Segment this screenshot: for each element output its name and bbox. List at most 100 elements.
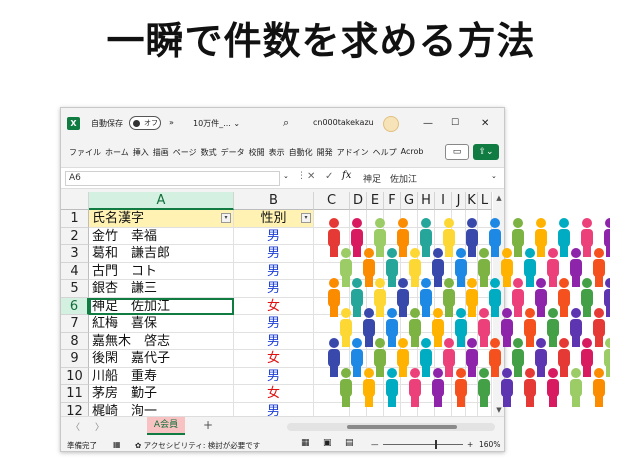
row-header[interactable]: 4: [61, 262, 89, 280]
row-header[interactable]: 9: [61, 350, 89, 368]
gender-cell[interactable]: 男: [234, 402, 314, 416]
page-break-icon[interactable]: ▤: [345, 438, 354, 448]
tab-0[interactable]: ファイル: [67, 147, 103, 158]
tab-6[interactable]: データ: [219, 147, 247, 158]
gender-cell[interactable]: 男: [234, 332, 314, 350]
tab-8[interactable]: 表示: [267, 147, 287, 158]
gender-cell[interactable]: 男: [234, 315, 314, 333]
avatar[interactable]: [383, 116, 399, 132]
gender-cell[interactable]: 女: [234, 350, 314, 368]
excel-logo-icon[interactable]: X: [67, 117, 80, 130]
horizontal-scrollbar[interactable]: [287, 423, 495, 431]
chevron-down-icon[interactable]: ⌄: [283, 172, 289, 180]
row-header[interactable]: 2: [61, 227, 89, 245]
row-header[interactable]: 5: [61, 280, 89, 298]
column-header-b[interactable]: B: [234, 192, 314, 210]
name-cell[interactable]: 葛和 謙吉郎: [89, 245, 234, 263]
row-header[interactable]: 8: [61, 332, 89, 350]
name-cell[interactable]: 銀杏 謙三: [89, 280, 234, 298]
name-cell[interactable]: 梶崎 洵一: [89, 402, 234, 416]
row-header[interactable]: 7: [61, 315, 89, 333]
tab-9[interactable]: 自動化: [287, 147, 315, 158]
name-cell[interactable]: 金竹 幸福: [89, 227, 234, 245]
more-commands-button[interactable]: »: [169, 118, 174, 127]
tab-12[interactable]: ヘルプ: [371, 147, 399, 158]
cancel-icon[interactable]: ✕: [307, 171, 315, 182]
cell-text: 紅梅 喜保: [92, 316, 158, 331]
gender-cell[interactable]: 女: [234, 385, 314, 403]
name-cell[interactable]: 嘉無木 啓志: [89, 332, 234, 350]
formula-input[interactable]: 神足 佐加江: [363, 172, 417, 185]
tab-2[interactable]: 挿入: [131, 147, 151, 158]
tab-10[interactable]: 開発: [315, 147, 335, 158]
column-header-a[interactable]: A: [89, 192, 234, 210]
scroll-up-icon[interactable]: ▲: [493, 194, 504, 202]
name-cell[interactable]: 神足 佐加江: [89, 297, 234, 315]
tab-11[interactable]: アドイン: [335, 147, 371, 158]
gender-cell[interactable]: 男: [234, 367, 314, 385]
macro-icon[interactable]: ▦: [113, 440, 121, 449]
select-all-corner[interactable]: [61, 192, 89, 210]
sheet-prev-icon[interactable]: 〈: [71, 420, 80, 433]
expand-formula-icon[interactable]: ⌄: [491, 172, 497, 180]
gender-cell[interactable]: 男: [234, 245, 314, 263]
cell-text: 女: [266, 386, 280, 401]
name-box[interactable]: A6: [65, 171, 280, 186]
person-figure: [363, 248, 375, 287]
person-figure: [455, 248, 467, 287]
zoom-slider[interactable]: [383, 440, 463, 449]
row-header[interactable]: 10: [61, 367, 89, 385]
person-figure: [501, 248, 513, 287]
tab-5[interactable]: 数式: [199, 147, 219, 158]
close-button[interactable]: ✕: [481, 118, 489, 129]
add-sheet-button[interactable]: +: [203, 418, 213, 432]
row-header[interactable]: 1: [61, 210, 89, 228]
share-button[interactable]: ⇪⌄: [473, 144, 499, 160]
tab-13[interactable]: Acrob: [399, 147, 426, 158]
gender-cell[interactable]: 男: [234, 280, 314, 298]
filter-dropdown-icon[interactable]: ▾: [221, 213, 231, 223]
name-cell[interactable]: 茅房 勤子: [89, 385, 234, 403]
insert-function-button[interactable]: fx: [342, 170, 351, 181]
file-name[interactable]: 10万件_... ⌄: [193, 118, 240, 129]
tab-7[interactable]: 校閲: [247, 147, 267, 158]
row-header[interactable]: 11: [61, 385, 89, 403]
comment-button[interactable]: ▭: [445, 144, 469, 160]
gender-cell[interactable]: 男: [234, 227, 314, 245]
header-cell-name[interactable]: 氏名漢字 ▾: [89, 210, 234, 228]
name-cell[interactable]: 後閑 嘉代子: [89, 350, 234, 368]
name-cell[interactable]: 紅梅 喜保: [89, 315, 234, 333]
person-figure: [351, 218, 363, 257]
row-header[interactable]: 12: [61, 402, 89, 416]
page-layout-icon[interactable]: ▣: [323, 438, 332, 448]
row-header[interactable]: 3: [61, 245, 89, 263]
zoom-in-button[interactable]: +: [467, 440, 473, 449]
gender-cell[interactable]: 女: [234, 297, 314, 315]
normal-view-icon[interactable]: ▦: [301, 438, 310, 448]
tab-1[interactable]: ホーム: [103, 147, 131, 158]
person-figure: [340, 308, 352, 347]
sheet-next-icon[interactable]: 〉: [95, 420, 104, 433]
name-cell[interactable]: 川船 重寿: [89, 367, 234, 385]
header-cell-gender[interactable]: 性別 ▾: [234, 210, 314, 228]
user-name[interactable]: cn000takekazu: [313, 118, 374, 127]
name-cell[interactable]: 古門 コト: [89, 262, 234, 280]
enter-icon[interactable]: ✓: [325, 171, 333, 182]
person-figure: [593, 308, 605, 347]
tab-4[interactable]: ページ: [171, 147, 199, 158]
search-icon[interactable]: ⌕: [283, 116, 289, 130]
zoom-out-button[interactable]: —: [371, 440, 379, 449]
accessibility-status[interactable]: ✿ アクセシビリティ: 検討が必要です: [135, 440, 260, 451]
tab-3[interactable]: 描画: [151, 147, 171, 158]
minimize-button[interactable]: —: [423, 118, 433, 129]
maximize-button[interactable]: ☐: [451, 118, 459, 128]
person-figure: [397, 278, 409, 317]
filter-dropdown-icon[interactable]: ▾: [301, 213, 311, 223]
cell-text: 神足 佐加江: [92, 298, 171, 314]
zoom-level[interactable]: 160%: [479, 440, 500, 449]
row-header[interactable]: 6: [61, 297, 89, 315]
autosave-toggle[interactable]: オフ: [129, 116, 161, 130]
gender-cell[interactable]: 男: [234, 262, 314, 280]
sheet-tab[interactable]: A会員: [147, 417, 185, 435]
status-bar: 準備完了 ▦ ✿ アクセシビリティ: 検討が必要です ▦ ▣ ▤ — + 160…: [61, 436, 504, 451]
